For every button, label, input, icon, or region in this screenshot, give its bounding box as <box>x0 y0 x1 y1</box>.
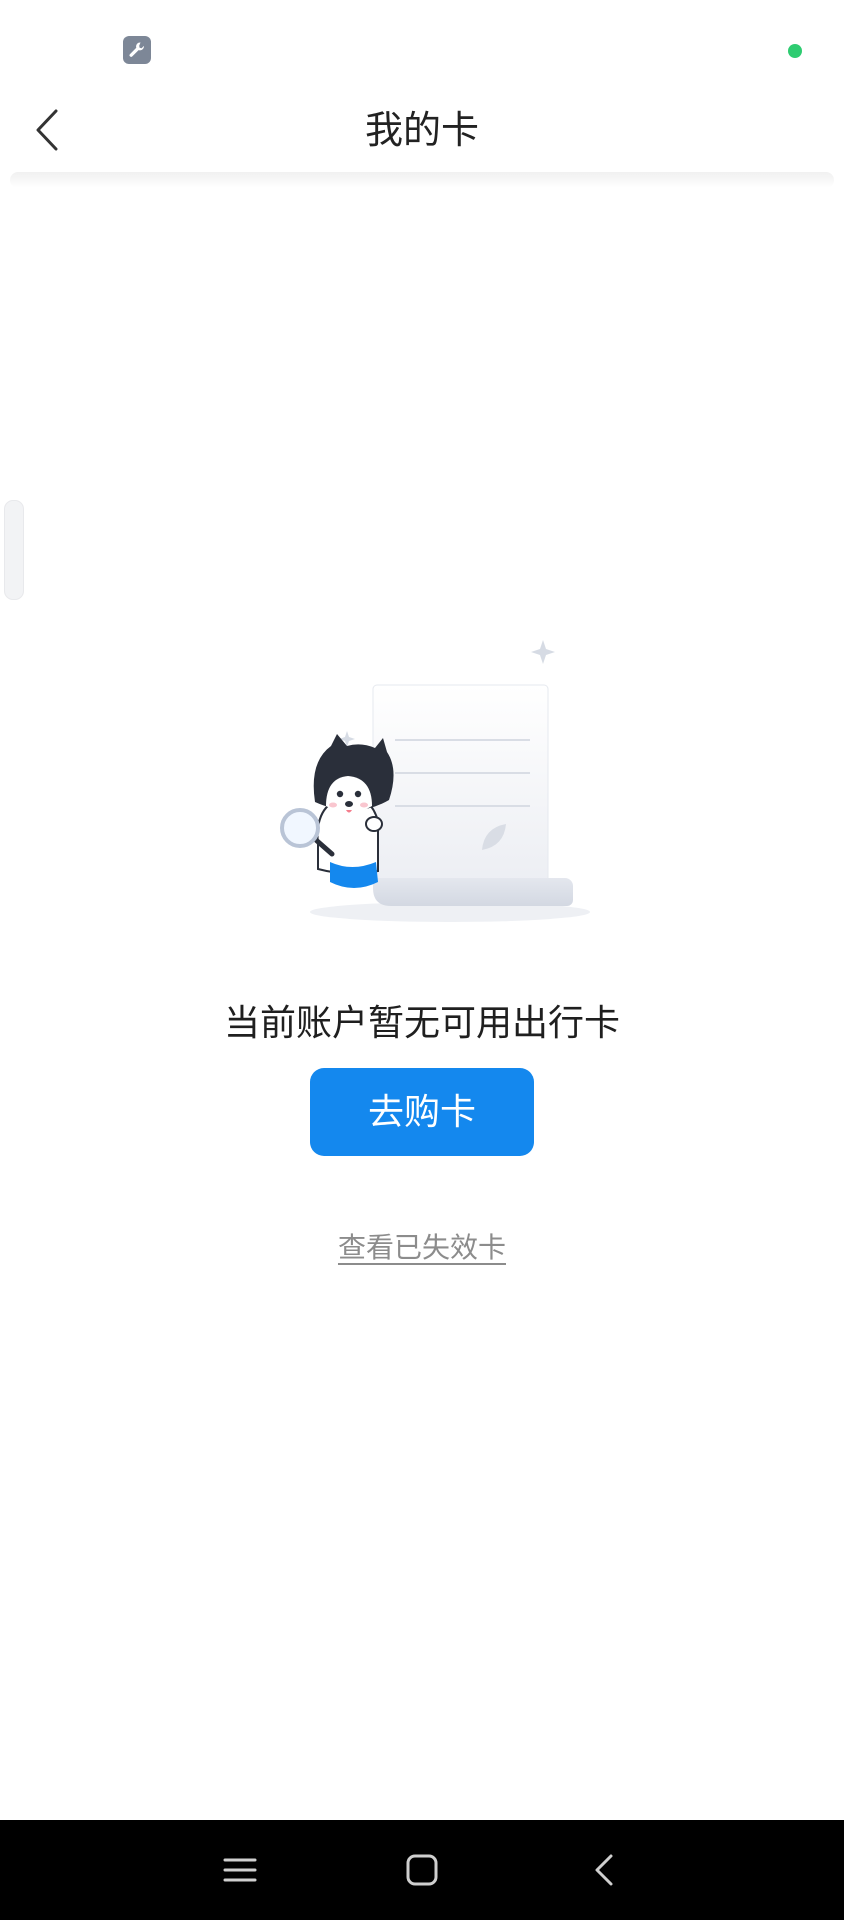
status-bar <box>0 0 844 100</box>
wrench-icon <box>123 36 151 64</box>
home-icon <box>406 1854 438 1886</box>
system-nav-bar <box>0 1820 844 1920</box>
view-expired-cards-link-wrapper: 查看已失效卡 <box>0 1228 844 1268</box>
side-drawer-handle[interactable] <box>4 500 24 600</box>
status-indicator-dot <box>788 44 802 58</box>
menu-icon <box>223 1858 257 1882</box>
nav-back-button[interactable] <box>574 1840 634 1900</box>
buy-card-button[interactable]: 去购卡 <box>310 1068 534 1156</box>
screen: 我的卡 当前账户暂无可用出行卡 去购卡 查看已失效卡 <box>0 0 844 1920</box>
view-expired-cards-link[interactable]: 查看已失效卡 <box>338 1231 506 1264</box>
nav-menu-button[interactable] <box>210 1840 270 1900</box>
page-title: 我的卡 <box>364 108 479 152</box>
nav-home-button[interactable] <box>392 1840 452 1900</box>
back-icon <box>595 1854 613 1886</box>
empty-state-message: 当前账户暂无可用出行卡 <box>223 1003 620 1044</box>
header-divider <box>10 172 834 188</box>
empty-state-illustration <box>260 640 600 930</box>
